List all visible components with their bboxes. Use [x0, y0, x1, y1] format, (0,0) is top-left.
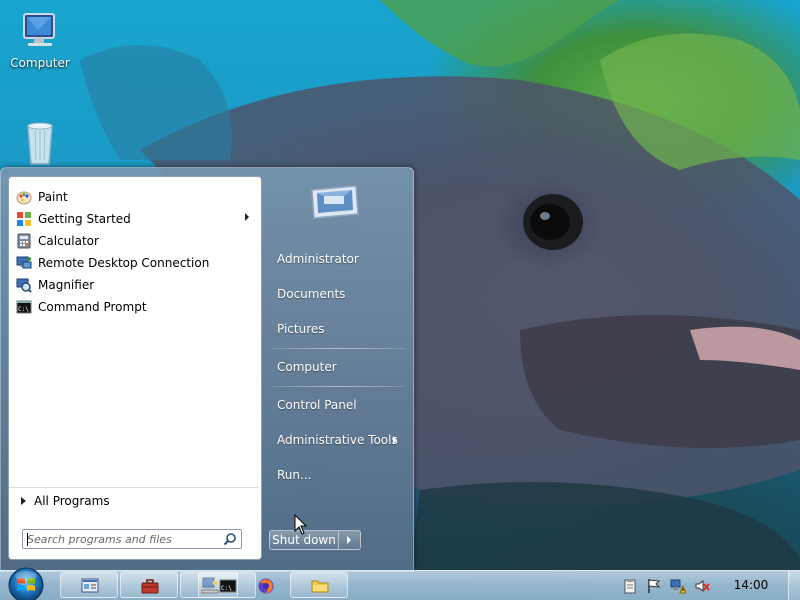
command-prompt-icon: C:\ — [219, 579, 237, 593]
program-label: Command Prompt — [38, 299, 147, 314]
chevron-right-icon — [347, 536, 351, 544]
divider — [273, 348, 405, 349]
program-item-getting-started[interactable]: Getting Started — [13, 208, 255, 229]
calculator-icon — [17, 233, 31, 248]
taskbar-button-toolbox[interactable] — [120, 572, 178, 598]
getting-started-icon — [17, 211, 31, 226]
right-item-label: Administrative Tools — [277, 433, 398, 447]
show-desktop-button[interactable] — [788, 571, 800, 600]
mouse-pointer-icon — [294, 514, 308, 535]
right-item-administrator[interactable]: Administrator — [269, 245, 409, 273]
taskbar-button-firefox[interactable] — [236, 572, 294, 598]
right-item-label: Computer — [277, 360, 337, 374]
svg-text:C:\: C:\ — [18, 306, 29, 313]
program-label: Remote Desktop Connection — [38, 255, 210, 270]
network-warning-icon[interactable] — [670, 578, 686, 594]
program-label: Magnifier — [38, 277, 95, 292]
desktop: Computer Paint Getting Started Calculato… — [0, 0, 800, 600]
user-picture-icon[interactable] — [306, 182, 362, 222]
start-orb-button[interactable] — [6, 566, 46, 600]
clipboard-icon[interactable] — [622, 578, 638, 594]
right-item-control-panel[interactable]: Control Panel — [269, 391, 409, 419]
program-label: Calculator — [38, 233, 99, 248]
remote-desktop-icon — [16, 256, 32, 268]
magnifier-icon — [16, 278, 32, 293]
program-item-calculator[interactable]: Calculator — [13, 230, 255, 251]
all-programs-label: All Programs — [34, 494, 110, 508]
action-center-flag-icon[interactable] — [646, 578, 662, 594]
taskbar-button-file-explorer[interactable] — [290, 572, 348, 598]
all-programs-button[interactable]: All Programs — [9, 487, 259, 514]
computer-icon — [23, 13, 55, 46]
recycle-bin-icon — [27, 122, 53, 165]
search-input[interactable] — [27, 531, 217, 547]
desktop-icon-computer[interactable]: Computer — [4, 10, 76, 70]
program-label: Paint — [38, 189, 68, 204]
program-item-remote-desktop[interactable]: Remote Desktop Connection — [13, 252, 255, 273]
divider — [273, 386, 405, 387]
submenu-arrow-icon — [245, 213, 249, 221]
program-item-paint[interactable]: Paint — [13, 186, 255, 207]
taskbar-clock[interactable]: 14:00 — [724, 571, 778, 599]
right-item-documents[interactable]: Documents — [269, 280, 409, 308]
taskbar-button-remote-desktop[interactable] — [60, 572, 118, 598]
command-prompt-icon: C:\ — [16, 300, 32, 313]
shutdown-group: Shut down — [269, 530, 361, 550]
text-cursor — [27, 533, 28, 546]
start-menu-programs-pane: Paint Getting Started Calculator Remote … — [8, 176, 262, 560]
program-label: Getting Started — [38, 211, 131, 226]
file-explorer-icon — [311, 580, 329, 593]
right-item-pictures[interactable]: Pictures — [269, 315, 409, 343]
shutdown-options-button[interactable] — [339, 530, 361, 550]
right-item-label: Pictures — [277, 322, 325, 336]
right-item-label: Administrator — [277, 252, 359, 266]
search-box[interactable] — [22, 529, 242, 549]
volume-muted-icon[interactable] — [694, 578, 710, 594]
firefox-icon — [258, 578, 274, 594]
right-item-run[interactable]: Run... — [269, 461, 409, 489]
svg-text:C:\: C:\ — [221, 585, 232, 592]
program-item-command-prompt[interactable]: C:\ Command Prompt — [13, 296, 255, 317]
taskbar: C:\ 14:00 — [0, 567, 800, 600]
submenu-arrow-icon — [393, 436, 397, 444]
desktop-icon-recycle-bin[interactable] — [4, 120, 76, 168]
desktop-icon-label: Computer — [10, 56, 70, 70]
expand-arrow-icon — [21, 497, 26, 505]
remote-desktop-app-icon — [81, 578, 99, 593]
right-item-label: Control Panel — [277, 398, 357, 412]
right-item-computer[interactable]: Computer — [269, 353, 409, 381]
toolbox-icon — [141, 579, 159, 594]
right-item-label: Run... — [277, 468, 312, 482]
right-item-label: Documents — [277, 287, 346, 301]
program-item-magnifier[interactable]: Magnifier — [13, 274, 255, 295]
search-icon[interactable] — [223, 532, 237, 546]
paint-icon — [16, 191, 32, 204]
right-item-administrative-tools[interactable]: Administrative Tools — [269, 426, 409, 454]
start-menu: Paint Getting Started Calculator Remote … — [0, 167, 414, 572]
